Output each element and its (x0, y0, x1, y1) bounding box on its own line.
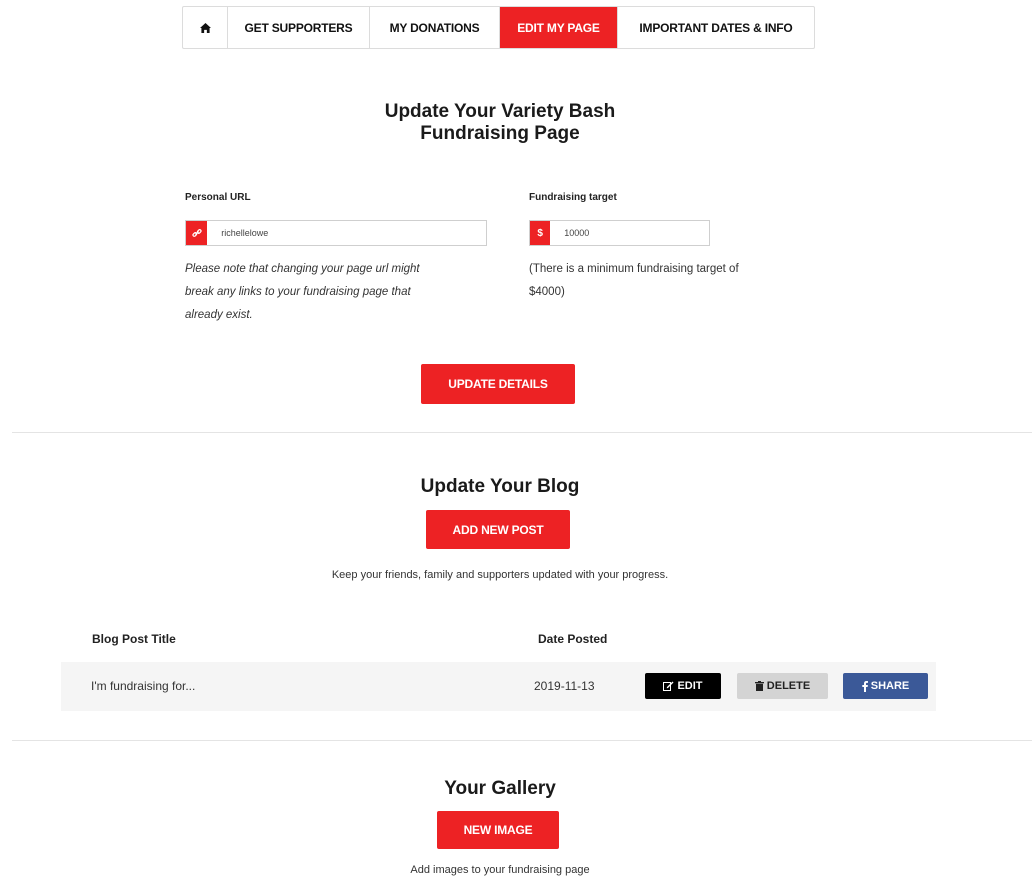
top-nav: GET SUPPORTERS MY DONATIONS EDIT MY PAGE… (182, 6, 815, 49)
facebook-icon (862, 680, 868, 692)
divider (12, 432, 1032, 433)
target-note-line: (There is a minimum fundraising target o… (529, 263, 739, 275)
new-image-button[interactable]: NEW IMAGE (437, 811, 559, 849)
blog-post-title: I'm fundraising for... (91, 679, 196, 693)
personal-url-input[interactable] (207, 228, 486, 238)
target-note-line: $4000) (529, 286, 565, 298)
nav-important-dates[interactable]: IMPORTANT DATES & INFO (618, 7, 814, 48)
blog-subtext: Keep your friends, family and supporters… (331, 569, 669, 581)
personal-url-note-line: already exist. (185, 309, 253, 321)
update-details-button[interactable]: UPDATE DETAILS (421, 364, 575, 404)
blog-title: Update Your Blog (420, 476, 580, 497)
personal-url-field[interactable] (185, 220, 487, 246)
page-title-line1: Update Your Variety Bash (384, 101, 616, 122)
target-label: Fundraising target (529, 192, 617, 203)
nav-edit-my-page[interactable]: EDIT MY PAGE (500, 7, 618, 48)
edit-button[interactable]: EDIT (645, 673, 721, 699)
personal-url-note-line: break any links to your fundraising page… (185, 286, 411, 298)
target-field[interactable]: $ (529, 220, 710, 246)
home-icon (199, 22, 211, 33)
personal-url-note: Please note that changing your page url … (185, 258, 485, 327)
personal-url-label: Personal URL (185, 192, 251, 203)
link-icon (186, 221, 208, 245)
nav-get-supporters[interactable]: GET SUPPORTERS (228, 7, 370, 48)
delete-button[interactable]: DELETE (737, 673, 828, 699)
page-title-line2: Fundraising Page (420, 123, 580, 144)
page-title: Update Your Variety Bash Fundraising Pag… (0, 101, 1000, 145)
trash-icon (754, 681, 764, 691)
edit-icon (663, 681, 674, 691)
delete-label: DELETE (766, 680, 811, 692)
dollar-icon: $ (530, 221, 551, 245)
column-header-title: Blog Post Title (92, 632, 176, 646)
nav-home[interactable] (183, 7, 228, 48)
target-input[interactable] (550, 228, 709, 238)
blog-post-date: 2019-11-13 (534, 679, 595, 693)
edit-label: EDIT (677, 680, 703, 692)
share-button[interactable]: SHARE (843, 673, 928, 699)
gallery-subtext: Add images to your fundraising page (410, 864, 590, 876)
nav-my-donations[interactable]: MY DONATIONS (370, 7, 500, 48)
share-label: SHARE (870, 680, 910, 692)
column-header-date: Date Posted (538, 632, 608, 646)
divider (12, 740, 1032, 741)
gallery-title: Your Gallery (444, 778, 556, 799)
add-new-post-button[interactable]: ADD NEW POST (426, 510, 570, 549)
personal-url-note-line: Please note that changing your page url … (185, 263, 420, 275)
target-note: (There is a minimum fundraising target o… (529, 258, 829, 304)
